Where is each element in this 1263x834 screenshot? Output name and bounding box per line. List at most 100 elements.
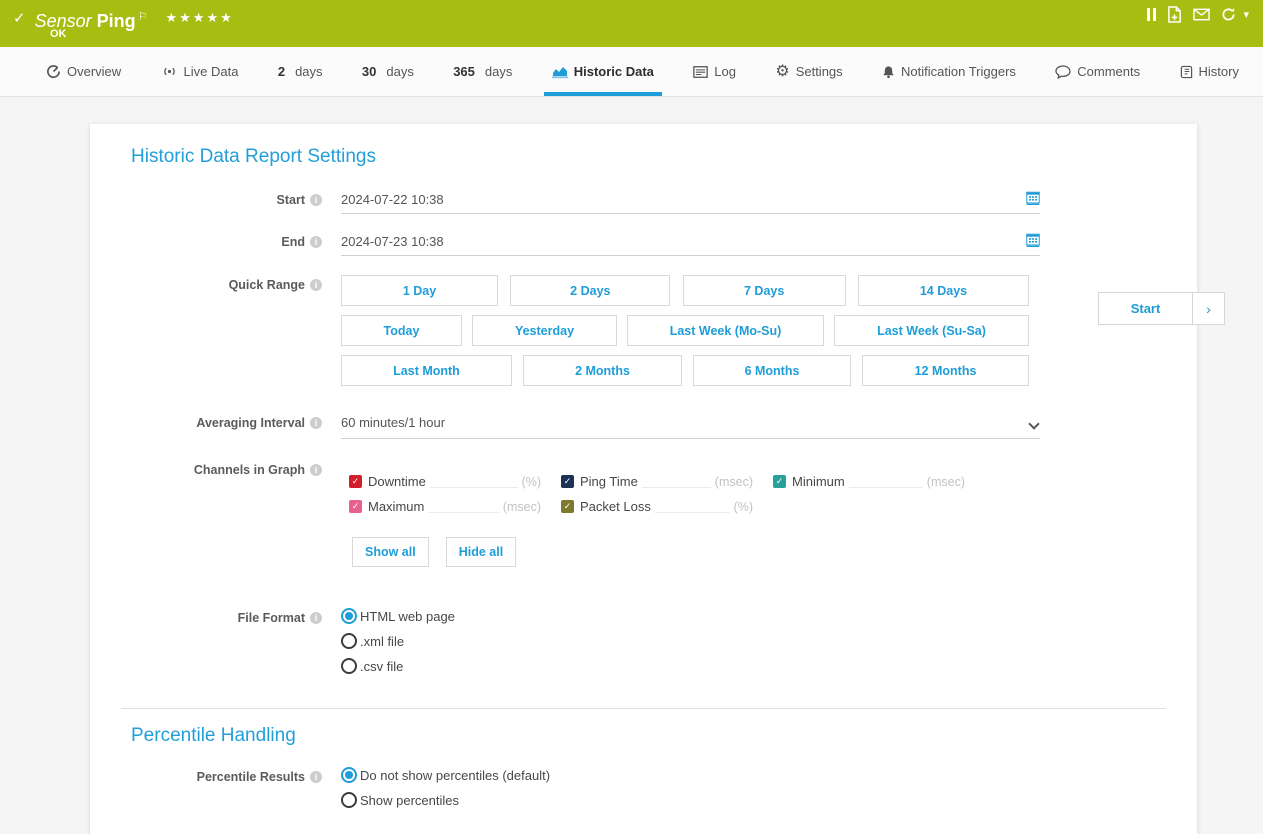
quick-range-button[interactable]: Last Week (Su-Sa) (834, 315, 1029, 346)
radio-button[interactable] (341, 792, 357, 808)
radio-button[interactable] (341, 767, 357, 783)
info-icon[interactable]: i (310, 417, 322, 429)
priority-stars[interactable]: ★★★★★ (166, 10, 234, 26)
channel-item-downtime[interactable]: Downtime (%) (349, 474, 541, 489)
start-report-button[interactable]: Start (1099, 293, 1192, 324)
channel-item-minimum[interactable]: Minimum (msec) (773, 474, 965, 489)
radio-button[interactable] (341, 633, 357, 649)
info-icon[interactable]: i (310, 464, 322, 476)
radio-label: Do not show percentiles (default) (360, 768, 550, 783)
tab-2-days[interactable]: 2 days (276, 47, 325, 96)
tab-comments[interactable]: Comments (1053, 47, 1142, 96)
log-icon (693, 66, 708, 78)
chevron-down-icon (1028, 418, 1039, 429)
quick-range-row-3: Last Month 2 Months 6 Months 12 Months (341, 355, 1029, 386)
channel-item-maximum[interactable]: Maximum (msec) (349, 499, 541, 514)
channel-name: Minimum (792, 474, 845, 489)
quick-range-button[interactable]: Last Month (341, 355, 512, 386)
averaging-interval-value: 60 minutes/1 hour (341, 415, 445, 430)
tab-label: Historic Data (574, 64, 654, 79)
start-label: Starti (90, 190, 322, 214)
quick-range-button[interactable]: Last Week (Mo-Su) (627, 315, 824, 346)
tab-log[interactable]: Log (691, 47, 738, 96)
pause-icon[interactable] (1147, 8, 1156, 21)
channels-row: Channels in Graphi Downtime (%) Ping Tim… (90, 460, 1197, 567)
info-icon[interactable]: i (310, 236, 322, 248)
file-format-option-csv[interactable]: .csv file (341, 658, 1040, 674)
percentile-handling-title: Percentile Handling (131, 725, 1197, 747)
tab-30-days[interactable]: 30 days (360, 47, 416, 96)
percentile-results-label: Percentile Resultsi (90, 767, 322, 808)
info-icon[interactable]: i (310, 612, 322, 624)
info-icon[interactable]: i (310, 771, 322, 783)
tab-settings[interactable]: ⚙ Settings (773, 47, 844, 96)
quick-range-button[interactable]: 7 Days (683, 275, 846, 306)
mail-icon[interactable] (1193, 8, 1210, 21)
quick-range-row-1: 1 Day 2 Days 7 Days 14 Days (341, 275, 1029, 306)
radio-label: HTML web page (360, 609, 455, 624)
quick-range-button[interactable]: 2 Days (510, 275, 670, 306)
start-chevron-button[interactable]: › (1192, 293, 1224, 324)
sensor-title-name: Ping (97, 11, 136, 31)
quick-range-button[interactable]: Today (341, 315, 462, 346)
status-badge: OK (50, 28, 67, 40)
channel-divider (642, 475, 711, 488)
file-format-option-html[interactable]: HTML web page (341, 608, 1040, 624)
tab-notification-triggers[interactable]: Notification Triggers (880, 47, 1018, 96)
tab-label-bold: 365 (453, 64, 475, 79)
file-format-option-xml[interactable]: .xml file (341, 633, 1040, 649)
percentile-option-show[interactable]: Show percentiles (341, 792, 1040, 808)
channels-grid: Downtime (%) Ping Time (msec) Minimum (m… (349, 474, 1040, 514)
file-format-label: File Formati (90, 608, 322, 674)
start-report-button-group: Start › (1098, 292, 1225, 325)
chevron-down-icon[interactable]: ▾ (1243, 8, 1249, 21)
channel-checkbox[interactable] (349, 500, 362, 513)
info-icon[interactable]: i (310, 279, 322, 291)
channel-checkbox[interactable] (773, 475, 786, 488)
channel-name: Ping Time (580, 474, 638, 489)
area-chart-icon (552, 65, 568, 79)
broadcast-icon (161, 65, 178, 78)
quick-range-button[interactable]: Yesterday (472, 315, 617, 346)
quick-range-label: Quick Rangei (90, 275, 322, 386)
tab-label: Comments (1077, 64, 1140, 79)
tab-label: days (295, 64, 322, 79)
quick-range-button[interactable]: 14 Days (858, 275, 1029, 306)
start-row: Starti 2024-07-22 10:38 (90, 190, 1197, 214)
start-date-input[interactable]: 2024-07-22 10:38 (341, 190, 1040, 214)
add-report-icon[interactable] (1167, 6, 1182, 23)
report-settings-title: Historic Data Report Settings (131, 146, 1197, 168)
quick-range-button[interactable]: 2 Months (523, 355, 682, 386)
tab-overview[interactable]: Overview (44, 47, 123, 96)
quick-range-button[interactable]: 1 Day (341, 275, 498, 306)
tab-historic-data[interactable]: Historic Data (550, 47, 656, 96)
averaging-interval-select[interactable]: 60 minutes/1 hour (341, 413, 1040, 439)
quick-range-button[interactable]: 6 Months (693, 355, 851, 386)
channel-checkbox[interactable] (561, 475, 574, 488)
channel-checkbox[interactable] (349, 475, 362, 488)
show-all-button[interactable]: Show all (352, 537, 429, 567)
tab-live-data[interactable]: Live Data (159, 47, 241, 96)
tab-365-days[interactable]: 365 days (451, 47, 514, 96)
calendar-icon[interactable] (1026, 233, 1040, 250)
tab-history[interactable]: History (1178, 47, 1241, 96)
tab-label-bold: 2 (278, 64, 285, 79)
percentile-option-hide[interactable]: Do not show percentiles (default) (341, 767, 1040, 783)
flag-icon[interactable]: ⚐ (138, 11, 148, 23)
channel-item-ping-time[interactable]: Ping Time (msec) (561, 474, 753, 489)
end-date-input[interactable]: 2024-07-23 10:38 (341, 232, 1040, 256)
refresh-icon[interactable] (1221, 7, 1236, 22)
calendar-icon[interactable] (1026, 191, 1040, 208)
tab-label-bold: 30 (362, 64, 376, 79)
radio-button[interactable] (341, 608, 357, 624)
channel-name: Downtime (368, 474, 426, 489)
radio-button[interactable] (341, 658, 357, 674)
tab-label: days (386, 64, 413, 79)
channel-checkbox[interactable] (561, 500, 574, 513)
info-icon[interactable]: i (310, 194, 322, 206)
quick-range-button[interactable]: 12 Months (862, 355, 1029, 386)
hide-all-button[interactable]: Hide all (446, 537, 516, 567)
channel-item-packet-loss[interactable]: Packet Loss (%) (561, 499, 753, 514)
radio-label: .csv file (360, 659, 403, 674)
tab-label: Settings (796, 64, 843, 79)
